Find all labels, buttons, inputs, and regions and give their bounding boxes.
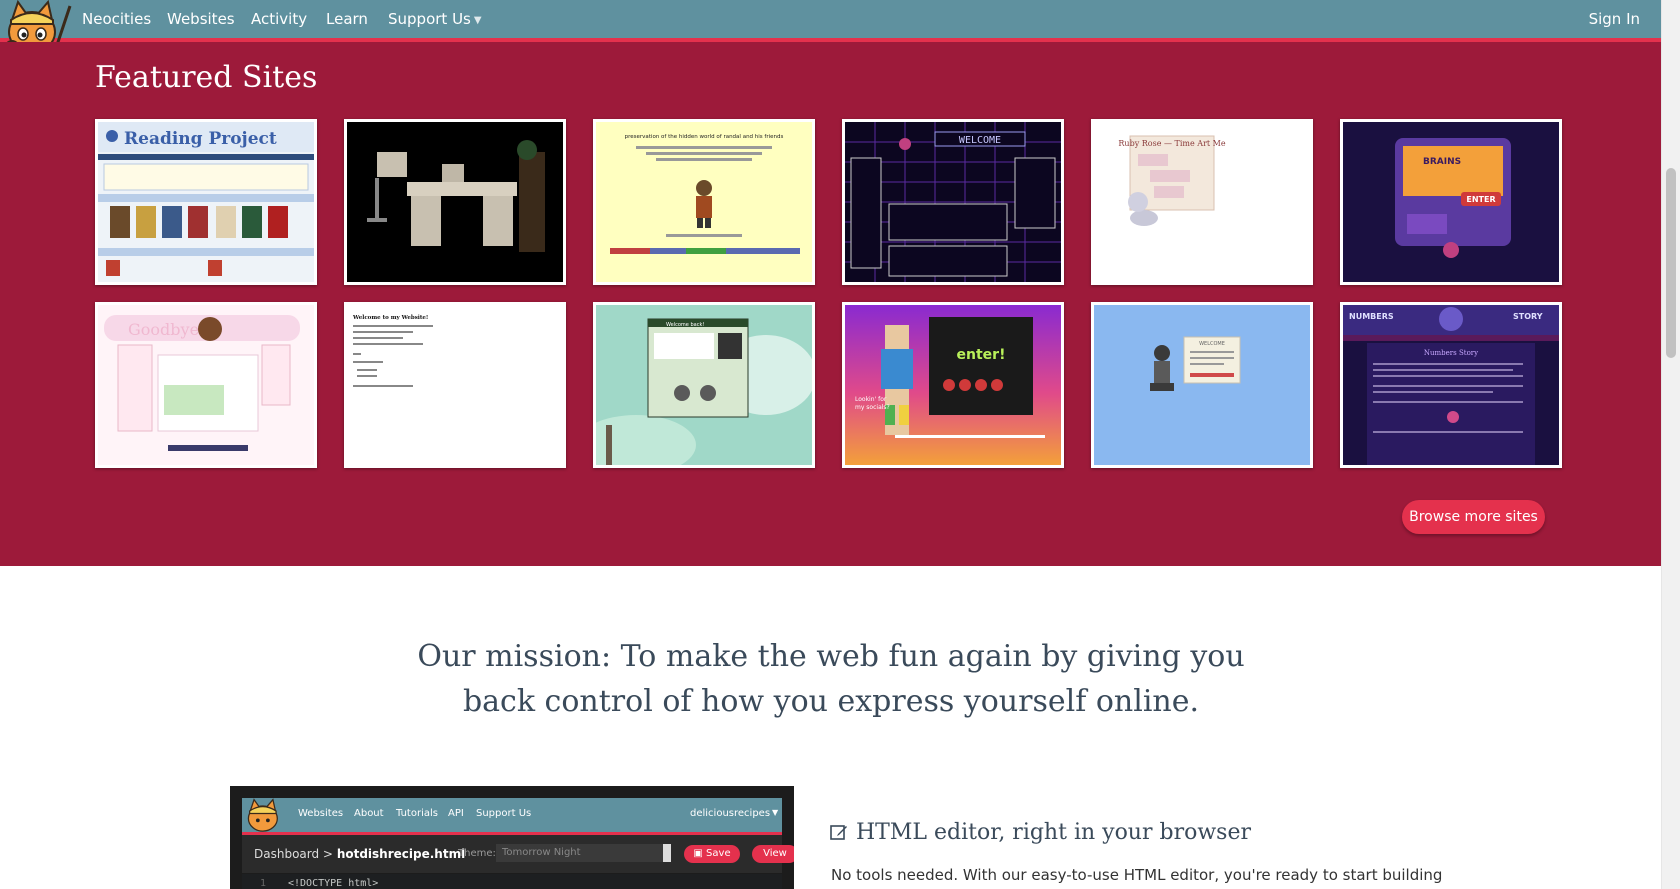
- editor-code-area: 1 <!DOCTYPE html>: [242, 874, 782, 889]
- featured-site-thumbnail[interactable]: Ruby Rose — Time Art Me: [1091, 119, 1313, 285]
- site-screenshot-welcome-back: Welcome back!: [596, 305, 812, 465]
- site-screenshot-welcome-grid: WELCOME: [845, 122, 1061, 282]
- theme-label: Theme:: [458, 848, 496, 859]
- neocities-cat-logo-icon: [247, 798, 278, 832]
- site-label: Reading Project: [124, 129, 277, 149]
- site-screenshot-brains: BRAINS ENTER: [1343, 122, 1559, 282]
- site-screenshot-numbers-story: NUMBERS STORY Numbers Story: [1343, 305, 1559, 465]
- editor-nav-websites: Websites: [298, 808, 344, 819]
- site-label: enter!: [957, 347, 1006, 363]
- svg-text:BRAINS: BRAINS: [1423, 157, 1461, 167]
- save-label: Save: [706, 848, 731, 859]
- featured-site-thumbnail[interactable]: NUMBERS STORY Numbers Story: [1340, 302, 1562, 468]
- editor-preview-toolbar: Dashboard > hotdishrecipe.html Theme: To…: [242, 835, 794, 873]
- breadcrumb-file: hotdishrecipe.html: [336, 847, 466, 861]
- mission-line-2: back control of how you express yourself…: [462, 684, 1200, 719]
- svg-text:STORY: STORY: [1513, 312, 1543, 321]
- nav-learn[interactable]: Learn: [326, 10, 368, 28]
- code-line: <!DOCTYPE html>: [288, 878, 379, 889]
- html-editor-preview-image: Websites About Tutorials API Support Us …: [230, 786, 794, 889]
- feature-heading: HTML editor, right in your browser: [830, 820, 1251, 845]
- featured-site-thumbnail[interactable]: Welcome to my Website!: [344, 302, 566, 468]
- mission-statement: Our mission: To make the web fun again b…: [300, 634, 1362, 724]
- site-label: Ruby Rose — Time Art Me: [1118, 139, 1225, 148]
- page: Neocities Websites Activity Learn Suppor…: [0, 0, 1662, 889]
- browse-more-sites-button[interactable]: Browse more sites: [1402, 500, 1545, 534]
- site-screenshot-ruby-rose: Ruby Rose — Time Art Me: [1094, 122, 1310, 282]
- site-label: WELCOME: [1199, 341, 1225, 347]
- theme-value: Tomorrow Night: [502, 847, 581, 858]
- site-label: Numbers Story: [1424, 349, 1478, 357]
- nav-activity[interactable]: Activity: [251, 10, 307, 28]
- editor-nav-support-us: Support Us: [476, 808, 532, 819]
- site-screenshot-randal: preservation of the hidden world of rand…: [596, 122, 812, 282]
- chevron-down-icon: ▼: [772, 808, 779, 817]
- site-label: Goodbye: [128, 320, 199, 339]
- featured-site-thumbnail[interactable]: Welcome back!: [593, 302, 815, 468]
- edit-pencil-icon: [830, 825, 847, 840]
- featured-sites-title: Featured Sites: [95, 60, 318, 95]
- editor-preview-nav: Websites About Tutorials API Support Us …: [242, 798, 782, 835]
- site-screenshot-enter: enter! Lookin' for my socials?: [845, 305, 1061, 465]
- site-screenshot-welcome-sky: WELCOME: [1094, 305, 1310, 465]
- theme-select: Tomorrow Night: [496, 844, 671, 862]
- nav-support-label: Support Us: [388, 10, 471, 28]
- editor-nav-account: deliciousrecipes: [690, 808, 771, 819]
- nav-neocities[interactable]: Neocities: [82, 10, 151, 28]
- featured-site-thumbnail[interactable]: WELCOME: [842, 119, 1064, 285]
- editor-save-button: ▣ Save: [684, 845, 740, 863]
- save-icon: ▣: [693, 848, 703, 859]
- site-label: preservation of the hidden world of rand…: [625, 134, 784, 140]
- sign-in-link[interactable]: Sign In: [1589, 10, 1640, 28]
- site-label: WELCOME: [959, 135, 1001, 146]
- top-nav: Neocities Websites Activity Learn Suppor…: [0, 0, 1662, 57]
- editor-nav-api: API: [448, 808, 464, 819]
- featured-site-thumbnail[interactable]: Goodbye: [95, 302, 317, 468]
- editor-nav-tutorials: Tutorials: [396, 808, 438, 819]
- feature-title: HTML editor, right in your browser: [856, 820, 1251, 845]
- featured-site-thumbnail[interactable]: Reading Project: [95, 119, 317, 285]
- site-screenshot-reading-project: Reading Project: [98, 122, 314, 282]
- nav-support-us[interactable]: Support Us ▼: [388, 10, 482, 28]
- featured-site-thumbnail[interactable]: [344, 119, 566, 285]
- editor-nav-about: About: [354, 808, 384, 819]
- featured-sites-section: Featured Sites Reading Project preservat…: [0, 42, 1662, 566]
- select-caret-icon: [663, 844, 671, 862]
- svg-text:Lookin' for: Lookin' for: [855, 396, 887, 403]
- svg-text:NUMBERS: NUMBERS: [1349, 312, 1394, 321]
- scrollbar-thumb[interactable]: [1666, 168, 1676, 358]
- mission-line-1: Our mission: To make the web fun again b…: [417, 639, 1245, 674]
- featured-site-thumbnail[interactable]: WELCOME: [1091, 302, 1313, 468]
- featured-site-thumbnail[interactable]: preservation of the hidden world of rand…: [593, 119, 815, 285]
- site-screenshot-desk: [347, 122, 563, 282]
- svg-text:ENTER: ENTER: [1466, 195, 1495, 204]
- feature-description: No tools needed. With our easy-to-use HT…: [831, 866, 1443, 884]
- page-scrollbar[interactable]: [1661, 0, 1680, 889]
- nav-websites[interactable]: Websites: [167, 10, 235, 28]
- site-screenshot-my-website: Welcome to my Website!: [347, 305, 563, 465]
- site-label: Welcome to my Website!: [352, 315, 428, 321]
- code-line-number: 1: [260, 878, 267, 889]
- breadcrumb-prefix: Dashboard >: [254, 847, 333, 861]
- editor-view-button: View: [752, 845, 794, 863]
- featured-site-thumbnail[interactable]: BRAINS ENTER: [1340, 119, 1562, 285]
- site-label: Welcome back!: [666, 322, 704, 328]
- chevron-down-icon: ▼: [473, 15, 482, 26]
- featured-site-thumbnail[interactable]: enter! Lookin' for my socials?: [842, 302, 1064, 468]
- site-screenshot-goodbye: Goodbye: [98, 305, 314, 465]
- svg-text:my socials?: my socials?: [855, 404, 890, 411]
- editor-breadcrumb: Dashboard > hotdishrecipe.html: [254, 847, 465, 861]
